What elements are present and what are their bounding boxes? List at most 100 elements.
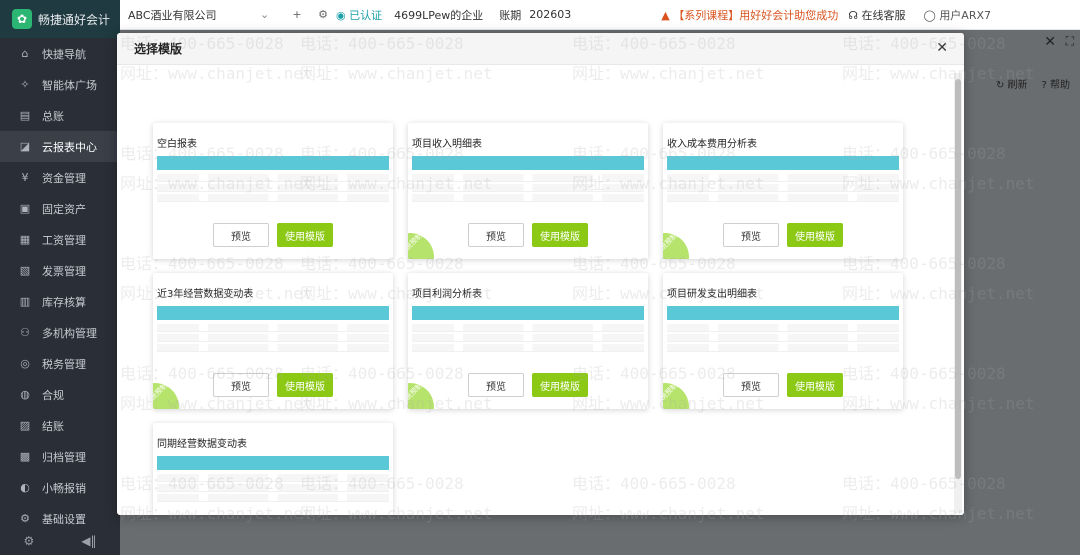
gear-icon[interactable]: ⚙ [24, 534, 35, 548]
template-card: 项目收入明细表 系统预制 预览 使用模版 [408, 123, 648, 259]
sidebar-item-4[interactable]: ◪ 云报表中心 [0, 131, 120, 162]
scrollbar-thumb[interactable] [955, 79, 961, 479]
template-name: 同期经营数据变动表 [157, 439, 247, 450]
template-card: 项目利润分析表 系统预制 预览 使用模版 [408, 273, 648, 409]
use-template-button[interactable]: 使用模版 [532, 223, 588, 247]
sidebar-item-9[interactable]: ▥ 库存核算 [0, 286, 120, 317]
settings-icon: ⚙ [20, 512, 30, 525]
template-thumbnail-header [412, 156, 644, 170]
sidebar-item-15[interactable]: ◐ 小畅报销 [0, 472, 120, 503]
sidebar-footer: ⚙ ◀‖ [0, 527, 120, 555]
period-value[interactable]: 202603 [529, 8, 571, 21]
user-name: 用户ARX7 [939, 8, 992, 22]
chart-icon: ◪ [19, 140, 31, 153]
plaza-icon: ✧ [20, 78, 30, 91]
use-template-button[interactable]: 使用模版 [277, 373, 333, 397]
sidebar-item-6[interactable]: ▣ 固定资产 [0, 193, 120, 224]
preview-button[interactable]: 预览 [468, 373, 524, 397]
template-card: 空白报表预览 使用模版 [153, 123, 393, 259]
sidebar-item-label: 合规 [42, 388, 64, 402]
template-thumbnail-rows [157, 472, 389, 506]
sidebar-item-8[interactable]: ▧ 发票管理 [0, 255, 120, 286]
refresh-label: 刷新 [1007, 80, 1028, 91]
sidebar-item-13[interactable]: ▨ 结账 [0, 410, 120, 441]
help-label: 帮助 [1050, 80, 1070, 91]
use-template-button[interactable]: 使用模版 [787, 223, 843, 247]
verified-label: 已认证 [349, 8, 383, 22]
sidebar-item-7[interactable]: ▦ 工资管理 [0, 224, 120, 255]
sidebar-item-3[interactable]: ▤ 总账 [0, 100, 120, 131]
template-thumbnail-header [667, 156, 899, 170]
sidebar-item-12[interactable]: ◍ 合规 [0, 379, 120, 410]
top-bar: ABC酒业有限公司 ⌄ + ⚙ ◉ 已认证 4699LPew的企业 账期 202… [120, 0, 1080, 30]
template-card: 同期经营数据变动表系统预制预览使用模版 [153, 423, 393, 515]
use-template-button[interactable]: 使用模版 [532, 373, 588, 397]
select-template-modal: 选择模版 ✕ 空白报表 预览 使用模版 项目收入明细表 系统预制 预览 使用模版 收入成本费用… [117, 33, 964, 515]
sidebar-item-label: 归档管理 [42, 450, 86, 464]
use-template-button[interactable]: 使用模版 [787, 373, 843, 397]
sidebar-item-label: 云报表中心 [42, 140, 97, 154]
sidebar-item-10[interactable]: ⚇ 多机构管理 [0, 317, 120, 348]
add-icon[interactable]: + [284, 8, 310, 21]
preview-button[interactable]: 预览 [723, 373, 779, 397]
app-logo: ✿ 畅捷通好会计 [0, 0, 120, 38]
collapse-icon[interactable]: ◀‖ [81, 534, 96, 548]
template-thumbnail-header [412, 306, 644, 320]
chevron-down-icon[interactable]: ⌄ [260, 8, 284, 21]
template-actions: 预览 使用模版 [153, 223, 393, 247]
template-actions: 预览 使用模版 [663, 373, 903, 397]
modal-scrollbar[interactable] [954, 73, 962, 513]
refresh-button[interactable]: ↻ 刷新 [996, 76, 1028, 91]
salary-icon: ▦ [19, 233, 31, 246]
template-card: 项目研发支出明细表 系统预制 预览 使用模版 [663, 273, 903, 409]
modal-header: 选择模版 [117, 33, 964, 65]
modal-title: 选择模版 [134, 42, 183, 56]
template-thumbnail-header [157, 306, 389, 320]
window-maximize-icon[interactable]: ⛶ [1066, 34, 1074, 49]
promo-link[interactable]: ▲ 【系列课程】用好好会计助您成功 [661, 7, 838, 23]
template-actions: 预览 使用模版 [663, 223, 903, 247]
sidebar-item-label: 固定资产 [42, 202, 86, 216]
settings-icon[interactable]: ⚙ [310, 8, 336, 21]
nav-list: ⌂ 快捷导航 ✧ 智能体广场 ▤ 总账 ◪ 云报表中心 ¥ 资金管理 ▣ 固定资产 ▦ 工资管理 ▧ 发票管理… [0, 38, 120, 534]
sidebar-item-1[interactable]: ⌂ 快捷导航 [0, 38, 120, 69]
invoice-icon: ▧ [19, 264, 31, 277]
template-card: 收入成本费用分析表 系统预制 预览 使用模版 [663, 123, 903, 259]
org-icon: ⚇ [20, 326, 30, 339]
sidebar-item-label: 基础设置 [42, 512, 86, 526]
online-service[interactable]: ☊ 在线客服 [848, 7, 905, 23]
help-button[interactable]: ? 帮助 [1042, 76, 1071, 91]
sidebar-item-11[interactable]: ◎ 税务管理 [0, 348, 120, 379]
content-actions: ↻ 刷新 ? 帮助 [996, 76, 1070, 91]
enterprise-name: 4699LPew的企业 [394, 8, 484, 22]
asset-icon: ▣ [19, 202, 31, 215]
sidebar-item-14[interactable]: ▩ 归档管理 [0, 441, 120, 472]
money-icon: ¥ [21, 171, 29, 184]
template-thumbnail-rows [412, 322, 644, 356]
close-icon[interactable]: ✕ [936, 40, 948, 56]
sidebar-item-5[interactable]: ¥ 资金管理 [0, 162, 120, 193]
inventory-icon: ▥ [19, 295, 31, 308]
company-selector[interactable]: ABC酒业有限公司 [120, 7, 260, 23]
template-name: 空白报表 [157, 139, 197, 150]
sidebar-item-label: 发票管理 [42, 264, 86, 278]
user-menu[interactable]: ◯ 用户ARX7 [924, 7, 992, 23]
template-actions: 预览 使用模版 [153, 373, 393, 397]
closing-icon: ▨ [19, 419, 31, 432]
use-template-button[interactable]: 使用模版 [277, 223, 333, 247]
preview-button[interactable]: 预览 [723, 223, 779, 247]
template-actions: 预览 使用模版 [408, 373, 648, 397]
sidebar-item-label: 资金管理 [42, 171, 86, 185]
sidebar-item-label: 税务管理 [42, 357, 86, 371]
preview-button[interactable]: 预览 [468, 223, 524, 247]
template-thumbnail-header [157, 456, 389, 470]
archive-icon: ▩ [19, 450, 31, 463]
preview-button[interactable]: 预览 [213, 373, 269, 397]
template-actions: 预览 使用模版 [408, 223, 648, 247]
window-close-icon[interactable]: ✕ [1044, 34, 1056, 50]
preview-button[interactable]: 预览 [213, 223, 269, 247]
sidebar-item-2[interactable]: ✧ 智能体广场 [0, 69, 120, 100]
ledger-icon: ▤ [19, 109, 31, 122]
template-thumbnail-rows [412, 172, 644, 206]
logo-icon: ✿ [12, 9, 32, 29]
